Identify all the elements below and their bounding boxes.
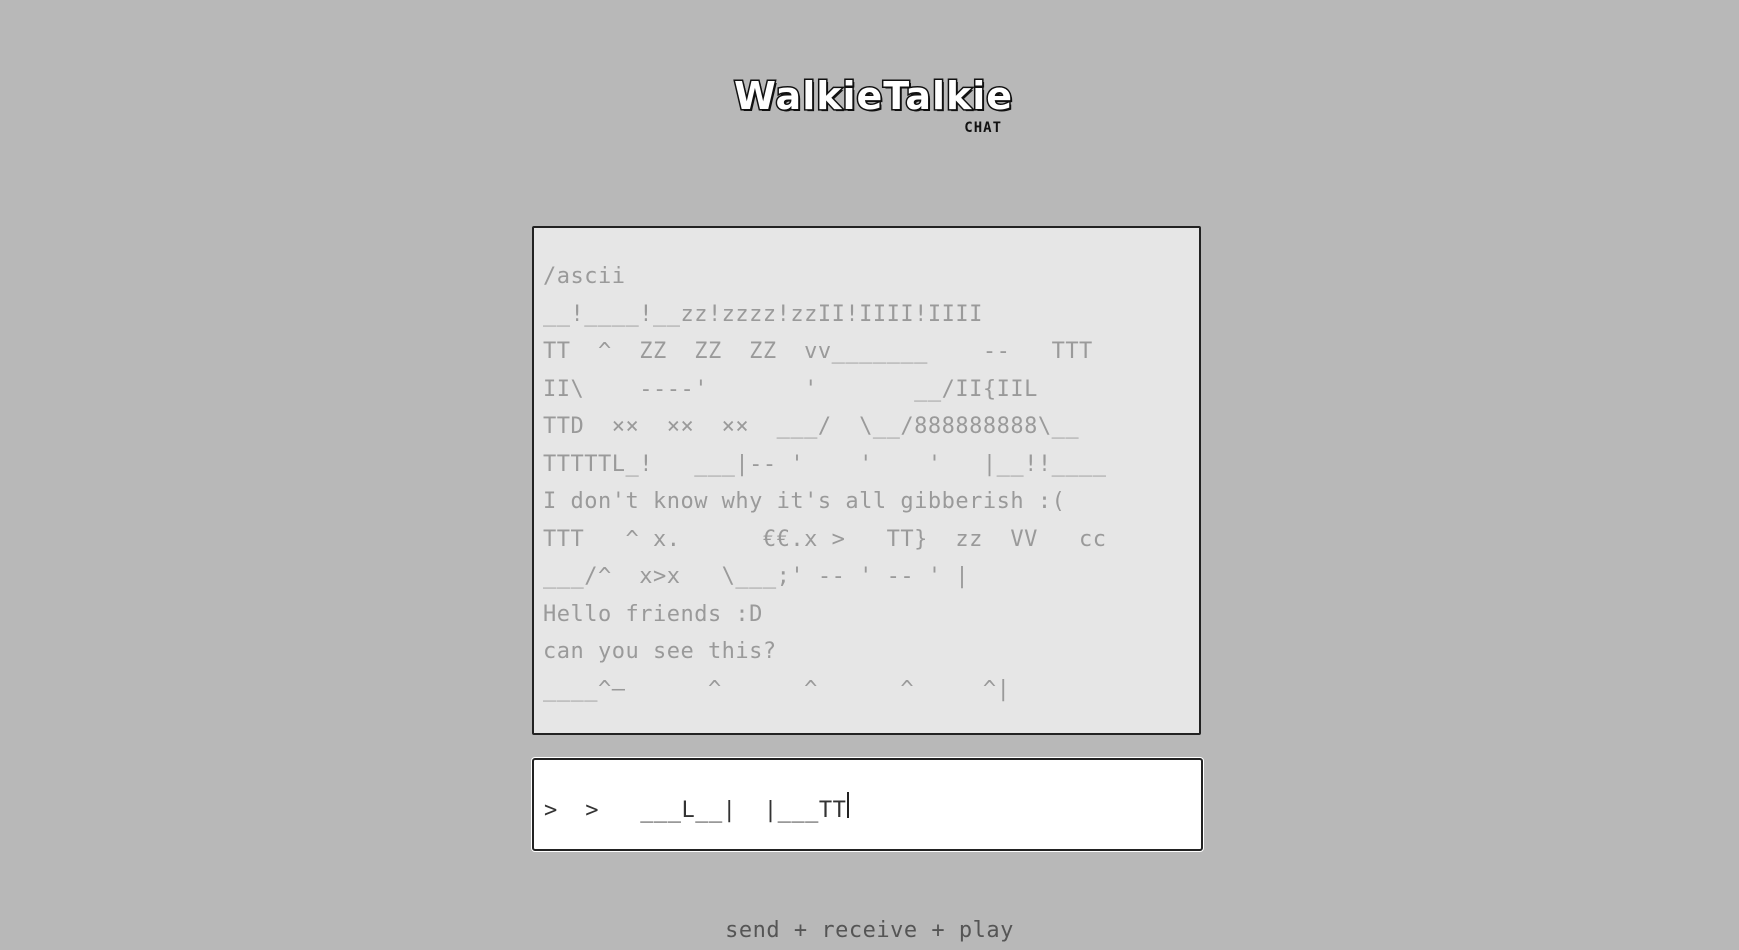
chat-message: ___/^ x>x \___;' -- ' -- ' | — [543, 564, 970, 589]
chat-message: __!____!__zz!zzzz!zzII!IIII!IIII — [543, 301, 983, 327]
chat-message: I don't know why it's all gibberish :( — [543, 489, 1066, 514]
chat-message: ____^– ^ ^ ^ ^| — [543, 676, 1011, 702]
text-caret — [847, 791, 850, 818]
message-input[interactable]: > > ___L__| |___TT — [532, 758, 1203, 851]
message-input-value: > > ___L__| |___TT — [544, 798, 847, 823]
chat-message: TT ^ ZZ ZZ ZZ vv_______ -- TTT — [543, 339, 1093, 364]
chat-message: TTD ×× ×× ×× ___/ \__/888888888\__ — [543, 414, 1080, 439]
chat-message: TTT ^ x. €€.x > TT} zz VV cc — [543, 526, 1107, 552]
tagline: send + receive + play — [725, 918, 1014, 943]
chat-message: TTTTTL_! ___|-- ' ' ' |__!!____ — [543, 451, 1107, 477]
chat-message: Hello friends :D — [543, 601, 763, 627]
logo-subtitle: CHAT — [964, 120, 1002, 136]
logo-title: WalkieTalkie — [732, 73, 1014, 120]
chat-message: II\ ----' ' __/II{IIL — [543, 376, 1038, 402]
chat-log[interactable]: /ascii __!____!__zz!zzzz!zzII!IIII!IIII … — [532, 226, 1201, 735]
chat-message: can you see this? — [543, 639, 777, 664]
chat-message: /ascii — [543, 264, 626, 289]
app-logo: WalkieTalkie CHAT — [732, 73, 1013, 146]
